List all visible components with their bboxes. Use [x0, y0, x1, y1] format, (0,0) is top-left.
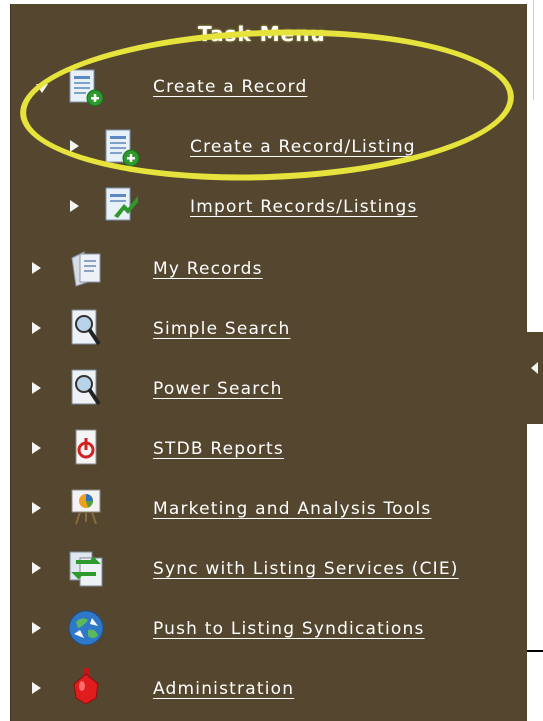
menu-item-label[interactable]: Marketing and Analysis Tools	[153, 499, 431, 519]
menu-item-power-search[interactable]: Power Search	[10, 366, 520, 412]
menu-item-label[interactable]: Administration	[153, 679, 294, 699]
collapse-arrow-icon[interactable]	[531, 362, 538, 374]
menu-item-push-syndications[interactable]: Push to Listing Syndications	[10, 606, 520, 652]
report-icon	[75, 429, 97, 465]
sync-icon	[69, 551, 103, 587]
document-add-icon	[69, 69, 104, 107]
divider-line	[527, 650, 543, 652]
menu-item-create-record[interactable]: Create a Record	[10, 66, 520, 112]
expand-caret-icon[interactable]	[32, 322, 41, 334]
menu-item-sync-listing-services[interactable]: Sync with Listing Services (CIE)	[10, 546, 520, 592]
expand-caret-icon[interactable]	[32, 442, 41, 454]
chart-easel-icon	[71, 489, 101, 525]
menu-item-label[interactable]: Create a Record/Listing	[190, 137, 416, 157]
expand-caret-icon[interactable]	[32, 682, 41, 694]
records-icon	[71, 251, 101, 287]
menu-item-marketing-tools[interactable]: Marketing and Analysis Tools	[10, 486, 520, 532]
admin-icon	[73, 668, 99, 705]
search-magnifier-icon	[71, 369, 101, 406]
expand-caret-icon[interactable]	[70, 140, 79, 152]
globe-icon	[68, 610, 104, 646]
menu-item-import-records[interactable]: Import Records/Listings	[10, 186, 520, 232]
menu-item-label[interactable]: My Records	[153, 259, 263, 279]
expand-caret-icon[interactable]	[32, 382, 41, 394]
menu-item-label[interactable]: STDB Reports	[153, 439, 284, 459]
collapse-handle[interactable]	[527, 332, 543, 424]
search-magnifier-icon	[71, 309, 101, 346]
expand-caret-icon[interactable]	[32, 562, 41, 574]
expand-caret-icon[interactable]	[36, 84, 48, 93]
menu-item-label[interactable]: Import Records/Listings	[190, 197, 418, 217]
menu-item-label[interactable]: Simple Search	[153, 319, 290, 339]
menu-item-my-records[interactable]: My Records	[10, 246, 520, 292]
import-document-icon	[105, 187, 138, 221]
menu-item-administration[interactable]: Administration	[10, 666, 520, 712]
menu-item-label[interactable]: Push to Listing Syndications	[153, 619, 425, 639]
menu-item-label[interactable]: Sync with Listing Services (CIE)	[153, 559, 459, 579]
menu-item-create-record-listing[interactable]: Create a Record/Listing	[10, 126, 520, 172]
menu-title: Task Menu	[198, 22, 326, 46]
menu-item-stdb-reports[interactable]: STDB Reports	[10, 426, 520, 472]
menu-item-label[interactable]: Power Search	[153, 379, 283, 399]
expand-caret-icon[interactable]	[32, 622, 41, 634]
divider-line	[533, 0, 534, 100]
document-add-icon	[105, 129, 140, 167]
expand-caret-icon[interactable]	[70, 200, 79, 212]
expand-caret-icon[interactable]	[32, 262, 41, 274]
menu-item-simple-search[interactable]: Simple Search	[10, 306, 520, 352]
expand-caret-icon[interactable]	[32, 502, 41, 514]
menu-item-label[interactable]: Create a Record	[153, 77, 307, 97]
